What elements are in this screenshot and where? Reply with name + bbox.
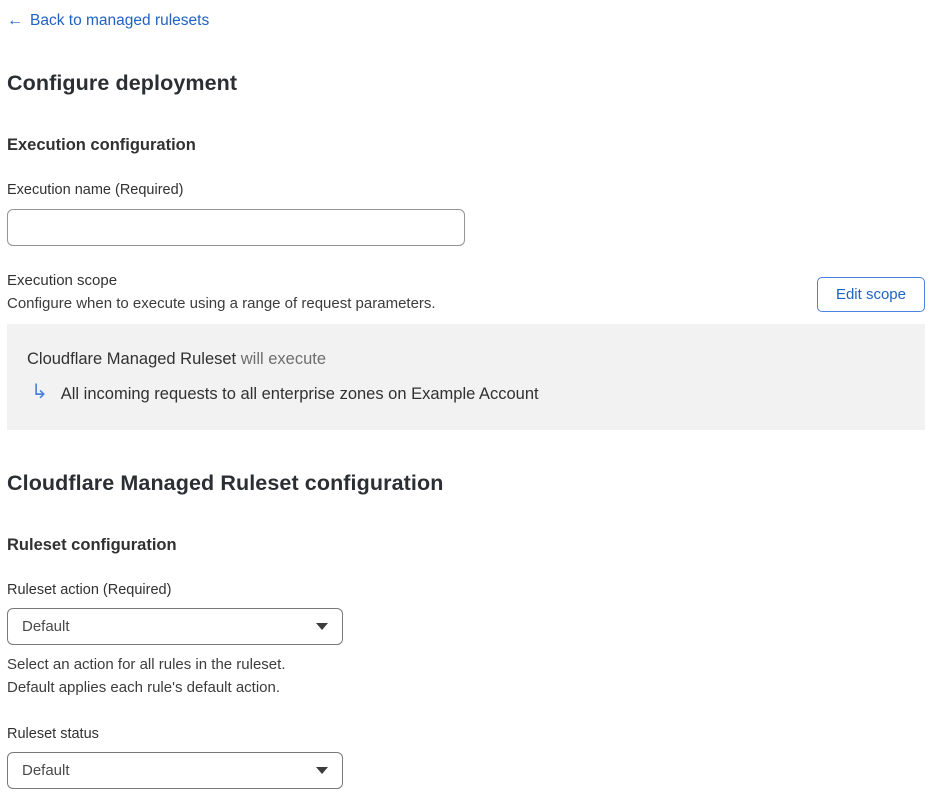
ruleset-action-help: Select an action for all rules in the ru… (7, 653, 925, 699)
chevron-down-icon (316, 623, 328, 630)
execution-scope-description: Configure when to execute using a range … (7, 295, 436, 312)
back-to-managed-rulesets-link[interactable]: ← Back to managed rulesets (7, 12, 209, 30)
execution-name-input[interactable] (7, 209, 465, 246)
ruleset-action-help-line: Default applies each rule's default acti… (7, 679, 281, 696)
execution-summary-scope-line: ↳ All incoming requests to all enterpris… (31, 381, 905, 404)
ruleset-action-select[interactable]: Default (7, 608, 343, 645)
ruleset-status-selected-value: Default (22, 762, 70, 779)
ruleset-status-label: Ruleset status (7, 726, 99, 742)
execution-summary-line: Cloudflare Managed Ruleset will execute (27, 350, 905, 369)
back-arrow-icon: ← (7, 12, 23, 29)
summary-scope-text: All incoming requests to all enterprise … (60, 384, 539, 403)
ruleset-status-select[interactable]: Default (7, 752, 343, 789)
ruleset-configuration-title: Cloudflare Managed Ruleset configuration (7, 471, 444, 495)
execution-name-label: Execution name (Required) (7, 182, 184, 198)
execution-scope-row: Execution scope Configure when to execut… (7, 272, 925, 312)
execution-scope-text-block: Execution scope Configure when to execut… (7, 272, 436, 312)
ruleset-action-selected-value: Default (22, 618, 70, 635)
page-title: Configure deployment (7, 71, 238, 95)
execution-summary-box: Cloudflare Managed Ruleset will execute … (7, 324, 925, 430)
ruleset-configuration-heading: Ruleset configuration (7, 536, 177, 554)
execution-scope-label: Execution scope (7, 272, 118, 289)
ruleset-action-label: Ruleset action (Required) (7, 582, 172, 598)
summary-will-execute: will execute (240, 350, 327, 368)
summary-ruleset-name: Cloudflare Managed Ruleset (27, 350, 237, 368)
back-link-label: Back to managed rulesets (30, 12, 210, 29)
ruleset-action-help-line: Select an action for all rules in the ru… (7, 656, 286, 673)
chevron-down-icon (316, 767, 328, 774)
edit-scope-button[interactable]: Edit scope (816, 277, 925, 312)
hook-arrow-icon: ↳ (31, 381, 48, 403)
execution-configuration-heading: Execution configuration (7, 136, 196, 154)
configure-deployment-page: ← Back to managed rulesets Configure dep… (0, 0, 931, 793)
